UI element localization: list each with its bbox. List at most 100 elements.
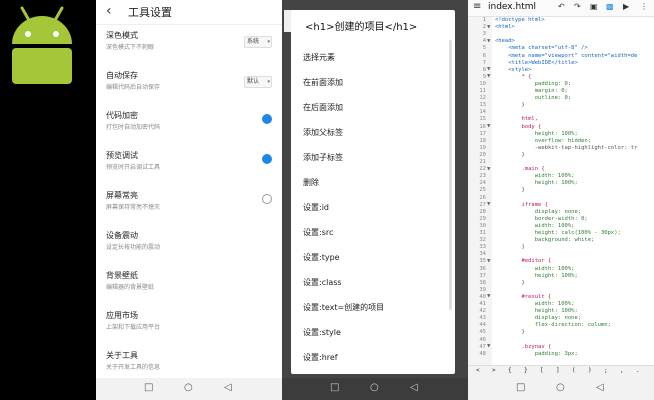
back-icon[interactable]: ◁ [224, 382, 232, 393]
line-number: 30 [479, 222, 486, 229]
back-arrow-icon[interactable]: ‹ [106, 3, 112, 19]
setting-radio[interactable] [262, 114, 272, 124]
undo-icon[interactable]: ↶ [558, 2, 565, 11]
setting-subtitle: 预览时开启调试工具 [106, 164, 161, 171]
fold-arrow-icon[interactable]: ▼ [487, 124, 490, 129]
settings-row[interactable]: 深色模式 深色模式下不刺眼 系统 ▾ [96, 30, 282, 70]
line-number: 28 [479, 208, 486, 215]
menu-item[interactable]: 在后面添加 [303, 102, 343, 113]
settings-row[interactable]: 屏幕常亮 屏幕保持常亮不熄灭 [96, 190, 282, 230]
more-icon[interactable]: ⋮ [640, 2, 648, 11]
setting-subtitle: 关于开发工具的信息 [106, 364, 161, 371]
menu-icon[interactable]: ≡ [473, 1, 481, 12]
settings-row[interactable]: 设备震动 设定长按功能的震动 [96, 230, 282, 270]
fold-arrow-icon[interactable]: ▼ [487, 344, 490, 349]
code-line: padding: 0; [495, 80, 572, 87]
code-line: outline: 0; [495, 95, 572, 102]
line-number: 44 [479, 322, 486, 329]
setting-title: 自动保存 [106, 71, 138, 80]
menu-item[interactable]: 设置:type [303, 252, 340, 263]
redo-icon[interactable]: ↷ [574, 2, 581, 11]
symbol-key[interactable]: . [636, 367, 640, 374]
setting-subtitle: 编辑器的背景壁纸 [106, 284, 155, 291]
symbol-key[interactable]: , [620, 367, 624, 374]
back-icon[interactable]: ◁ [410, 382, 418, 393]
menu-scrollbar[interactable] [449, 40, 452, 310]
home-icon[interactable]: ○ [184, 382, 193, 393]
symbol-key[interactable]: ] [556, 367, 560, 374]
code-line: flex-direction: column; [495, 322, 611, 329]
line-number: 12 [479, 95, 486, 102]
line-number: 16 [479, 123, 486, 130]
fold-arrow-icon[interactable]: ▼ [487, 67, 490, 72]
code-line: height: 100%; [495, 272, 578, 279]
recent-apps-icon[interactable]: □ [144, 382, 153, 393]
menu-item[interactable]: 选择元素 [303, 52, 335, 63]
settings-row[interactable]: 预览调试 预览时开启调试工具 [96, 150, 282, 190]
menu-item[interactable]: 添加父标签 [303, 127, 343, 138]
home-icon[interactable]: ○ [556, 382, 565, 393]
setting-title: 代码加密 [106, 111, 138, 120]
fold-arrow-icon[interactable]: ▼ [487, 39, 490, 44]
code-line: <style> [495, 66, 532, 73]
system-navbar: □ ○ ◁ [468, 378, 654, 400]
line-number: 19 [479, 144, 486, 151]
setting-radio[interactable] [262, 154, 272, 164]
setting-select[interactable]: 系统 ▾ [244, 36, 272, 48]
settings-row[interactable]: 自动保存编辑代码后自动保存 默认 ▾ [96, 70, 282, 110]
code-line: width: 100%; [495, 173, 575, 180]
settings-row[interactable]: 背景壁纸 编辑器的背景壁纸 [96, 270, 282, 310]
image-icon[interactable]: ▩ [606, 2, 614, 11]
symbol-key[interactable]: ( [572, 367, 576, 374]
menu-item[interactable]: 添加子标签 [303, 152, 343, 163]
menu-item[interactable]: 设置:text=创建的项目 [303, 302, 384, 313]
save-icon[interactable]: ▣ [590, 2, 598, 11]
fold-arrow-icon[interactable]: ▼ [487, 294, 490, 299]
fold-arrow-icon[interactable]: ▼ [487, 74, 490, 79]
code-line: padding: 3px; [495, 350, 578, 357]
symbol-key[interactable]: > [492, 367, 496, 374]
code-line: } [495, 187, 525, 194]
line-number: 1 [482, 17, 486, 23]
line-number: 14 [479, 109, 486, 116]
setting-radio[interactable] [262, 194, 272, 204]
code-line: height: calc(100% - 30px); [495, 230, 621, 236]
menu-item[interactable]: 设置:style [303, 327, 341, 338]
recent-apps-icon[interactable]: □ [330, 382, 339, 393]
code-line: <html> [495, 24, 515, 31]
symbol-key[interactable]: { [508, 367, 512, 374]
code-line: background: white; [495, 237, 595, 244]
menu-item[interactable]: 设置:src [303, 227, 333, 238]
code-line: body { [495, 123, 542, 130]
setting-subtitle: 编辑代码后自动保存 [106, 84, 161, 91]
menu-item[interactable]: 设置:id [303, 202, 329, 213]
code-line: } [495, 279, 525, 286]
fold-arrow-icon[interactable]: ▼ [487, 259, 490, 264]
run-icon[interactable]: ▶ [623, 2, 629, 11]
setting-select[interactable]: 默认 ▾ [244, 76, 272, 88]
code-line: height: 100%; [495, 130, 578, 137]
line-number: 48 [479, 350, 486, 357]
fold-arrow-icon[interactable]: ▼ [487, 25, 490, 30]
context-menu-screen: <h1>创建的项目</h1> 选择元素在前面添加在后面添加添加父标签添加子标签删… [282, 0, 468, 400]
back-icon[interactable]: ◁ [596, 382, 604, 393]
settings-row[interactable]: 代码加密 打包时自动加密代码 [96, 110, 282, 150]
fold-arrow-icon[interactable]: ▼ [487, 167, 490, 172]
symbol-key[interactable]: [ [540, 367, 544, 374]
line-number: 37 [479, 272, 486, 279]
menu-item[interactable]: 在前面添加 [303, 77, 343, 88]
menu-title: <h1>创建的项目</h1> [305, 22, 418, 33]
symbol-key[interactable]: ) [588, 367, 592, 374]
recent-apps-icon[interactable]: □ [516, 382, 525, 393]
home-icon[interactable]: ○ [370, 382, 379, 393]
menu-item[interactable]: 删除 [303, 177, 319, 188]
fold-arrow-icon[interactable]: ▼ [487, 202, 490, 207]
symbol-key[interactable]: ; [604, 367, 608, 374]
line-number: 24 [479, 180, 486, 187]
settings-row[interactable]: 应用市场 上架和下载应用平台 [96, 310, 282, 350]
menu-item[interactable]: 设置:href [303, 352, 338, 363]
menu-item[interactable]: 设置:class [303, 277, 342, 288]
symbol-key[interactable]: < [476, 367, 480, 374]
symbol-key[interactable]: } [524, 367, 528, 374]
line-number: 5 [482, 45, 486, 52]
